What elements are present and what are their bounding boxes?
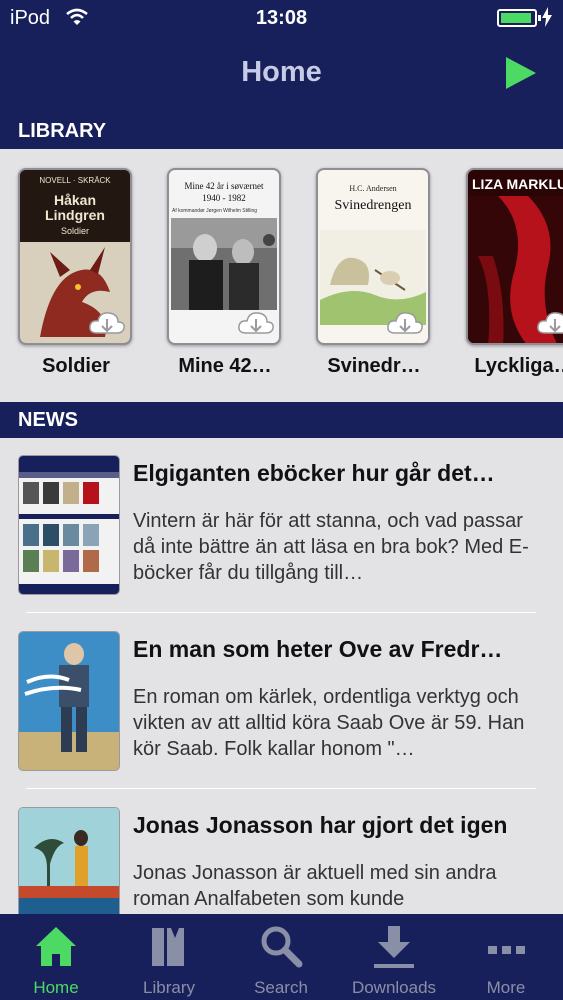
book-title: Lyckliga… (474, 355, 563, 377)
book-title: Svinedr… (327, 355, 421, 377)
news-excerpt: Jonas Jonasson är aktuell med sin andra … (133, 862, 497, 910)
library-book[interactable]: LIZA MARKLUN Lyckliga… (466, 168, 563, 378)
tab-home[interactable]: Home (0, 914, 112, 1000)
news-thumbnail (18, 807, 120, 914)
tab-downloads[interactable]: Downloads (338, 914, 450, 1000)
cloud-download-icon[interactable] (386, 309, 424, 339)
book-cover: LIZA MARKLUN (466, 168, 563, 345)
tab-label: More (486, 978, 526, 997)
news-title: Elgiganten eböcker hur går det… (133, 460, 495, 486)
library-icon (152, 928, 184, 966)
tab-library[interactable]: Library (113, 914, 225, 1000)
divider (26, 788, 536, 789)
tab-more[interactable]: More (450, 914, 562, 1000)
cover-book-title: Svinedrengen (334, 198, 412, 213)
news-title: Jonas Jonasson har gjort det igen (133, 812, 508, 838)
news-item[interactable]: En man som heter Ove av Fredr… En roman … (0, 614, 563, 790)
home-icon (36, 927, 76, 966)
clock-time: 13:08 (255, 7, 308, 29)
cloud-download-icon[interactable] (237, 309, 275, 339)
cover-author: LIZA MARKLUN (472, 176, 563, 192)
downloads-icon (374, 926, 414, 968)
news-list[interactable]: Elgiganten eböcker hur går det… Vintern … (0, 438, 563, 914)
library-carousel[interactable]: NOVELL · SKRÄCK Håkan Lindgren Soldier S… (0, 149, 563, 402)
more-icon (488, 946, 525, 954)
book-cover-thumbnail (19, 632, 119, 770)
book-cover: H.C. Andersen Svinedrengen (316, 168, 430, 345)
news-thumbnail (18, 631, 120, 771)
top-bar: iPod 13:08 Home (0, 0, 563, 113)
cover-author: Håkan Lindgren (45, 192, 105, 223)
cover-subtitle: Soldier (60, 226, 89, 236)
book-title: Soldier (42, 355, 110, 377)
news-item[interactable]: Elgiganten eböcker hur går det… Vintern … (0, 438, 563, 614)
status-bar: iPod 13:08 (0, 0, 563, 36)
tab-label: Downloads (351, 978, 437, 997)
cloud-download-icon[interactable] (88, 309, 126, 339)
news-thumbnail (18, 455, 120, 595)
charging-icon (542, 7, 552, 27)
book-cover-thumbnail (19, 808, 119, 914)
battery-icon (497, 9, 541, 27)
cloud-download-icon[interactable] (536, 309, 563, 339)
library-book[interactable]: H.C. Andersen Svinedrengen Svinedr… (316, 168, 432, 378)
library-book[interactable]: Mine 42 år i søværnet 1940 - 1982 Af kom… (167, 168, 283, 378)
news-title: En man som heter Ove av Fredr… (133, 636, 503, 662)
library-book[interactable]: NOVELL · SKRÄCK Håkan Lindgren Soldier S… (18, 168, 134, 378)
book-title: Mine 42… (178, 355, 272, 377)
play-icon[interactable] (500, 55, 540, 91)
tab-bar: Home Library Search Downloads More (0, 914, 563, 1000)
book-cover: NOVELL · SKRÄCK Håkan Lindgren Soldier (18, 168, 132, 345)
news-section-header: NEWS (0, 402, 563, 438)
page-title: Home (241, 56, 322, 88)
news-excerpt: En roman om kärlek, ordentliga verktyg o… (133, 686, 525, 760)
divider (26, 612, 536, 613)
tab-label: Home (33, 978, 79, 997)
cover-genre: NOVELL · SKRÄCK (39, 176, 111, 185)
app-screenshot-thumbnail (19, 456, 119, 594)
news-excerpt: Vintern är här för att stanna, och vad p… (133, 510, 529, 584)
tab-search[interactable]: Search (225, 914, 337, 1000)
book-cover: Mine 42 år i søværnet 1940 - 1982 Af kom… (167, 168, 281, 345)
tab-label: Search (254, 978, 308, 997)
library-section-header: LIBRARY (0, 113, 563, 149)
cover-text: Mine 42 år i søværnet 1940 - 1982 (184, 181, 264, 203)
tab-label: Library (143, 978, 195, 997)
cover-photo (171, 218, 277, 310)
cover-subtext: Af kommandør Jørgen Wilhelm Stilling (172, 208, 258, 214)
cover-author: H.C. Andersen (349, 184, 397, 193)
news-item[interactable]: Jonas Jonasson har gjort det igen Jonas … (0, 790, 563, 914)
search-icon (261, 926, 303, 968)
